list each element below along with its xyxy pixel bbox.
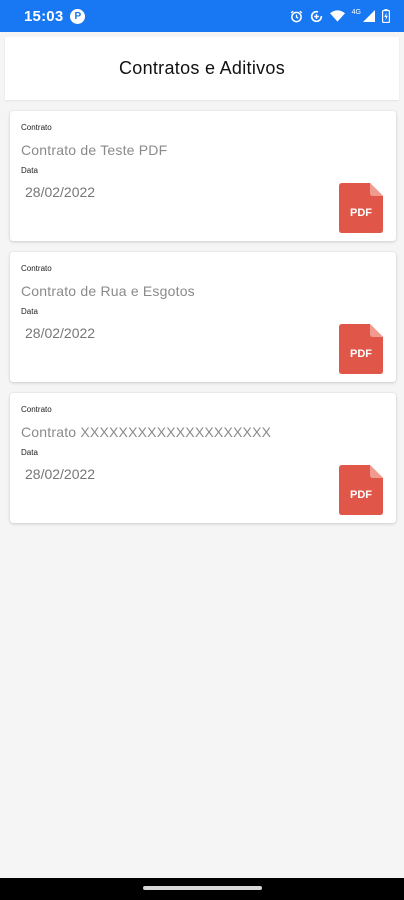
contract-label: Contrato — [21, 264, 52, 273]
home-gesture-handle[interactable] — [143, 886, 262, 890]
pdf-label: PDF — [350, 489, 372, 501]
contract-label: Contrato — [21, 405, 52, 414]
pdf-icon[interactable]: PDF — [339, 465, 383, 515]
pdf-label: PDF — [350, 348, 372, 360]
wifi-icon — [329, 10, 345, 22]
contract-name: Contrato XXXXXXXXXXXXXXXXXXXX — [21, 424, 272, 440]
status-right: 4G — [290, 9, 390, 23]
status-time: 15:03 — [24, 7, 64, 25]
contract-card[interactable]: Contrato Contrato de Rua e Esgotos Data … — [10, 252, 396, 382]
navigation-bar — [0, 878, 404, 900]
contract-date: 28/02/2022 — [25, 466, 96, 482]
date-label: Data — [21, 307, 38, 316]
pdf-icon[interactable]: PDF — [339, 324, 383, 374]
page-title: Contratos e Aditivos — [118, 58, 286, 78]
status-bar: 15:03 P 4G — [0, 0, 404, 32]
contract-date: 28/02/2022 — [25, 325, 96, 341]
contract-card[interactable]: Contrato Contrato XXXXXXXXXXXXXXXXXXXX D… — [10, 393, 396, 523]
contract-name: Contrato de Teste PDF — [21, 142, 168, 158]
date-label: Data — [21, 166, 38, 175]
app-notification-icon: P — [70, 8, 86, 24]
contract-card[interactable]: Contrato Contrato de Teste PDF Data 28/0… — [10, 111, 396, 241]
contract-date: 28/02/2022 — [25, 184, 96, 200]
pdf-icon[interactable]: PDF — [339, 183, 383, 233]
data-saver-icon — [310, 10, 323, 23]
contract-name: Contrato de Rua e Esgotos — [21, 283, 195, 299]
pdf-label: PDF — [350, 207, 372, 219]
alarm-icon — [290, 10, 303, 23]
contract-label: Contrato — [21, 123, 52, 132]
signal-icon — [363, 10, 375, 22]
date-label: Data — [21, 448, 38, 457]
status-left: 15:03 P — [24, 7, 86, 25]
app-header: Contratos e Aditivos — [5, 37, 399, 100]
battery-icon — [382, 9, 390, 23]
network-type-label: 4G — [351, 8, 361, 16]
